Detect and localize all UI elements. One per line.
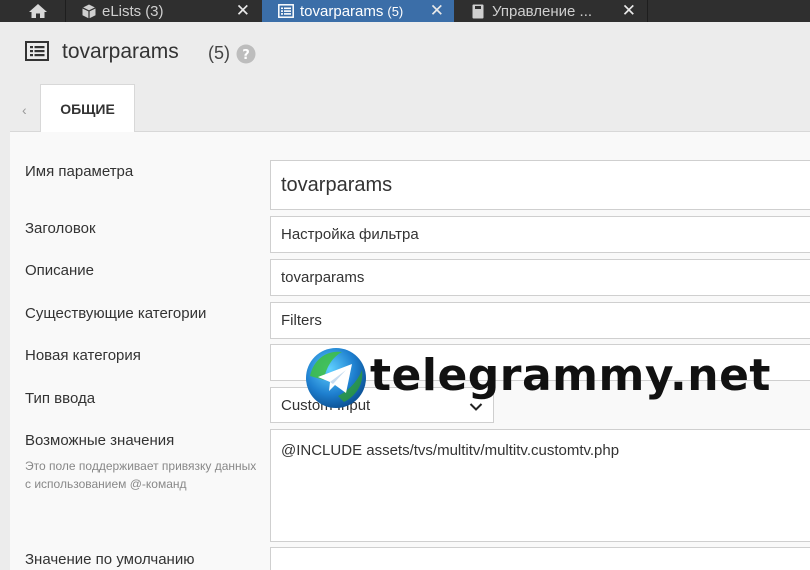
tab-elists-title: eLists	[102, 2, 142, 20]
possible-values-hint: Это поле поддерживает привязку данных с …	[25, 459, 257, 491]
question-icon[interactable]: ?	[236, 44, 256, 69]
tab-upravlenie[interactable]: Управление ... ✕	[456, 0, 648, 22]
possible-values-textarea[interactable]: @INCLUDE assets/tvs/multitv/multitv.cust…	[270, 429, 810, 542]
new-category-label: Новая категория	[25, 347, 141, 364]
document-icon	[472, 4, 484, 19]
close-icon[interactable]: ✕	[430, 0, 444, 22]
list-icon	[278, 4, 294, 18]
existing-categories-input[interactable]: Filters	[270, 302, 810, 339]
top-tab-bar: eLists (3) ✕ tovarparams (5) ✕ Управлени…	[0, 0, 810, 22]
chevron-left-icon[interactable]: ‹	[22, 102, 27, 118]
list-icon	[25, 41, 49, 66]
possible-values-text: @INCLUDE assets/tvs/multitv/multitv.cust…	[281, 442, 620, 459]
tab-elists[interactable]: eLists (3) ✕	[66, 0, 260, 22]
caption-label: Заголовок	[25, 220, 96, 237]
tab-tovarparams[interactable]: tovarparams (5) ✕	[262, 0, 454, 22]
caption-input[interactable]: Настройка фильтра	[270, 216, 810, 253]
page-count: (5)	[208, 43, 230, 63]
default-value-input[interactable]	[270, 547, 810, 570]
tab-tovarparams-title: tovarparams	[300, 2, 384, 20]
tab-upravlenie-title: Управление ...	[492, 2, 593, 20]
svg-text:?: ?	[242, 48, 250, 63]
description-input[interactable]: tovarparams	[270, 259, 810, 296]
default-value-label: Значение по умолчанию	[25, 551, 195, 568]
page-header: tovarparams (5) ?	[10, 22, 810, 84]
watermark: telegrammy.net	[296, 346, 810, 418]
close-icon[interactable]: ✕	[236, 0, 250, 22]
home-icon	[28, 3, 48, 19]
name-input[interactable]: tovarparams	[270, 160, 810, 210]
tab-home[interactable]	[12, 0, 66, 22]
input-type-label: Тип ввода	[25, 390, 96, 407]
telegram-logo	[304, 346, 368, 415]
name-label: Имя параметра	[25, 163, 134, 180]
tab-elists-count: (3)	[145, 2, 164, 20]
watermark-text: telegrammy.net	[370, 350, 771, 401]
tab-tovarparams-count: (5)	[387, 3, 404, 19]
cube-icon	[82, 4, 96, 19]
section-tabs: ‹ ОБЩИЕ	[10, 84, 810, 132]
existing-categories-label: Существующие категории	[25, 305, 207, 322]
possible-values-label: Возможные значения	[25, 432, 175, 449]
tab-general[interactable]: ОБЩИЕ	[40, 84, 135, 132]
page-title: tovarparams	[62, 40, 179, 63]
description-label: Описание	[25, 262, 95, 279]
close-icon[interactable]: ✕	[622, 0, 636, 22]
